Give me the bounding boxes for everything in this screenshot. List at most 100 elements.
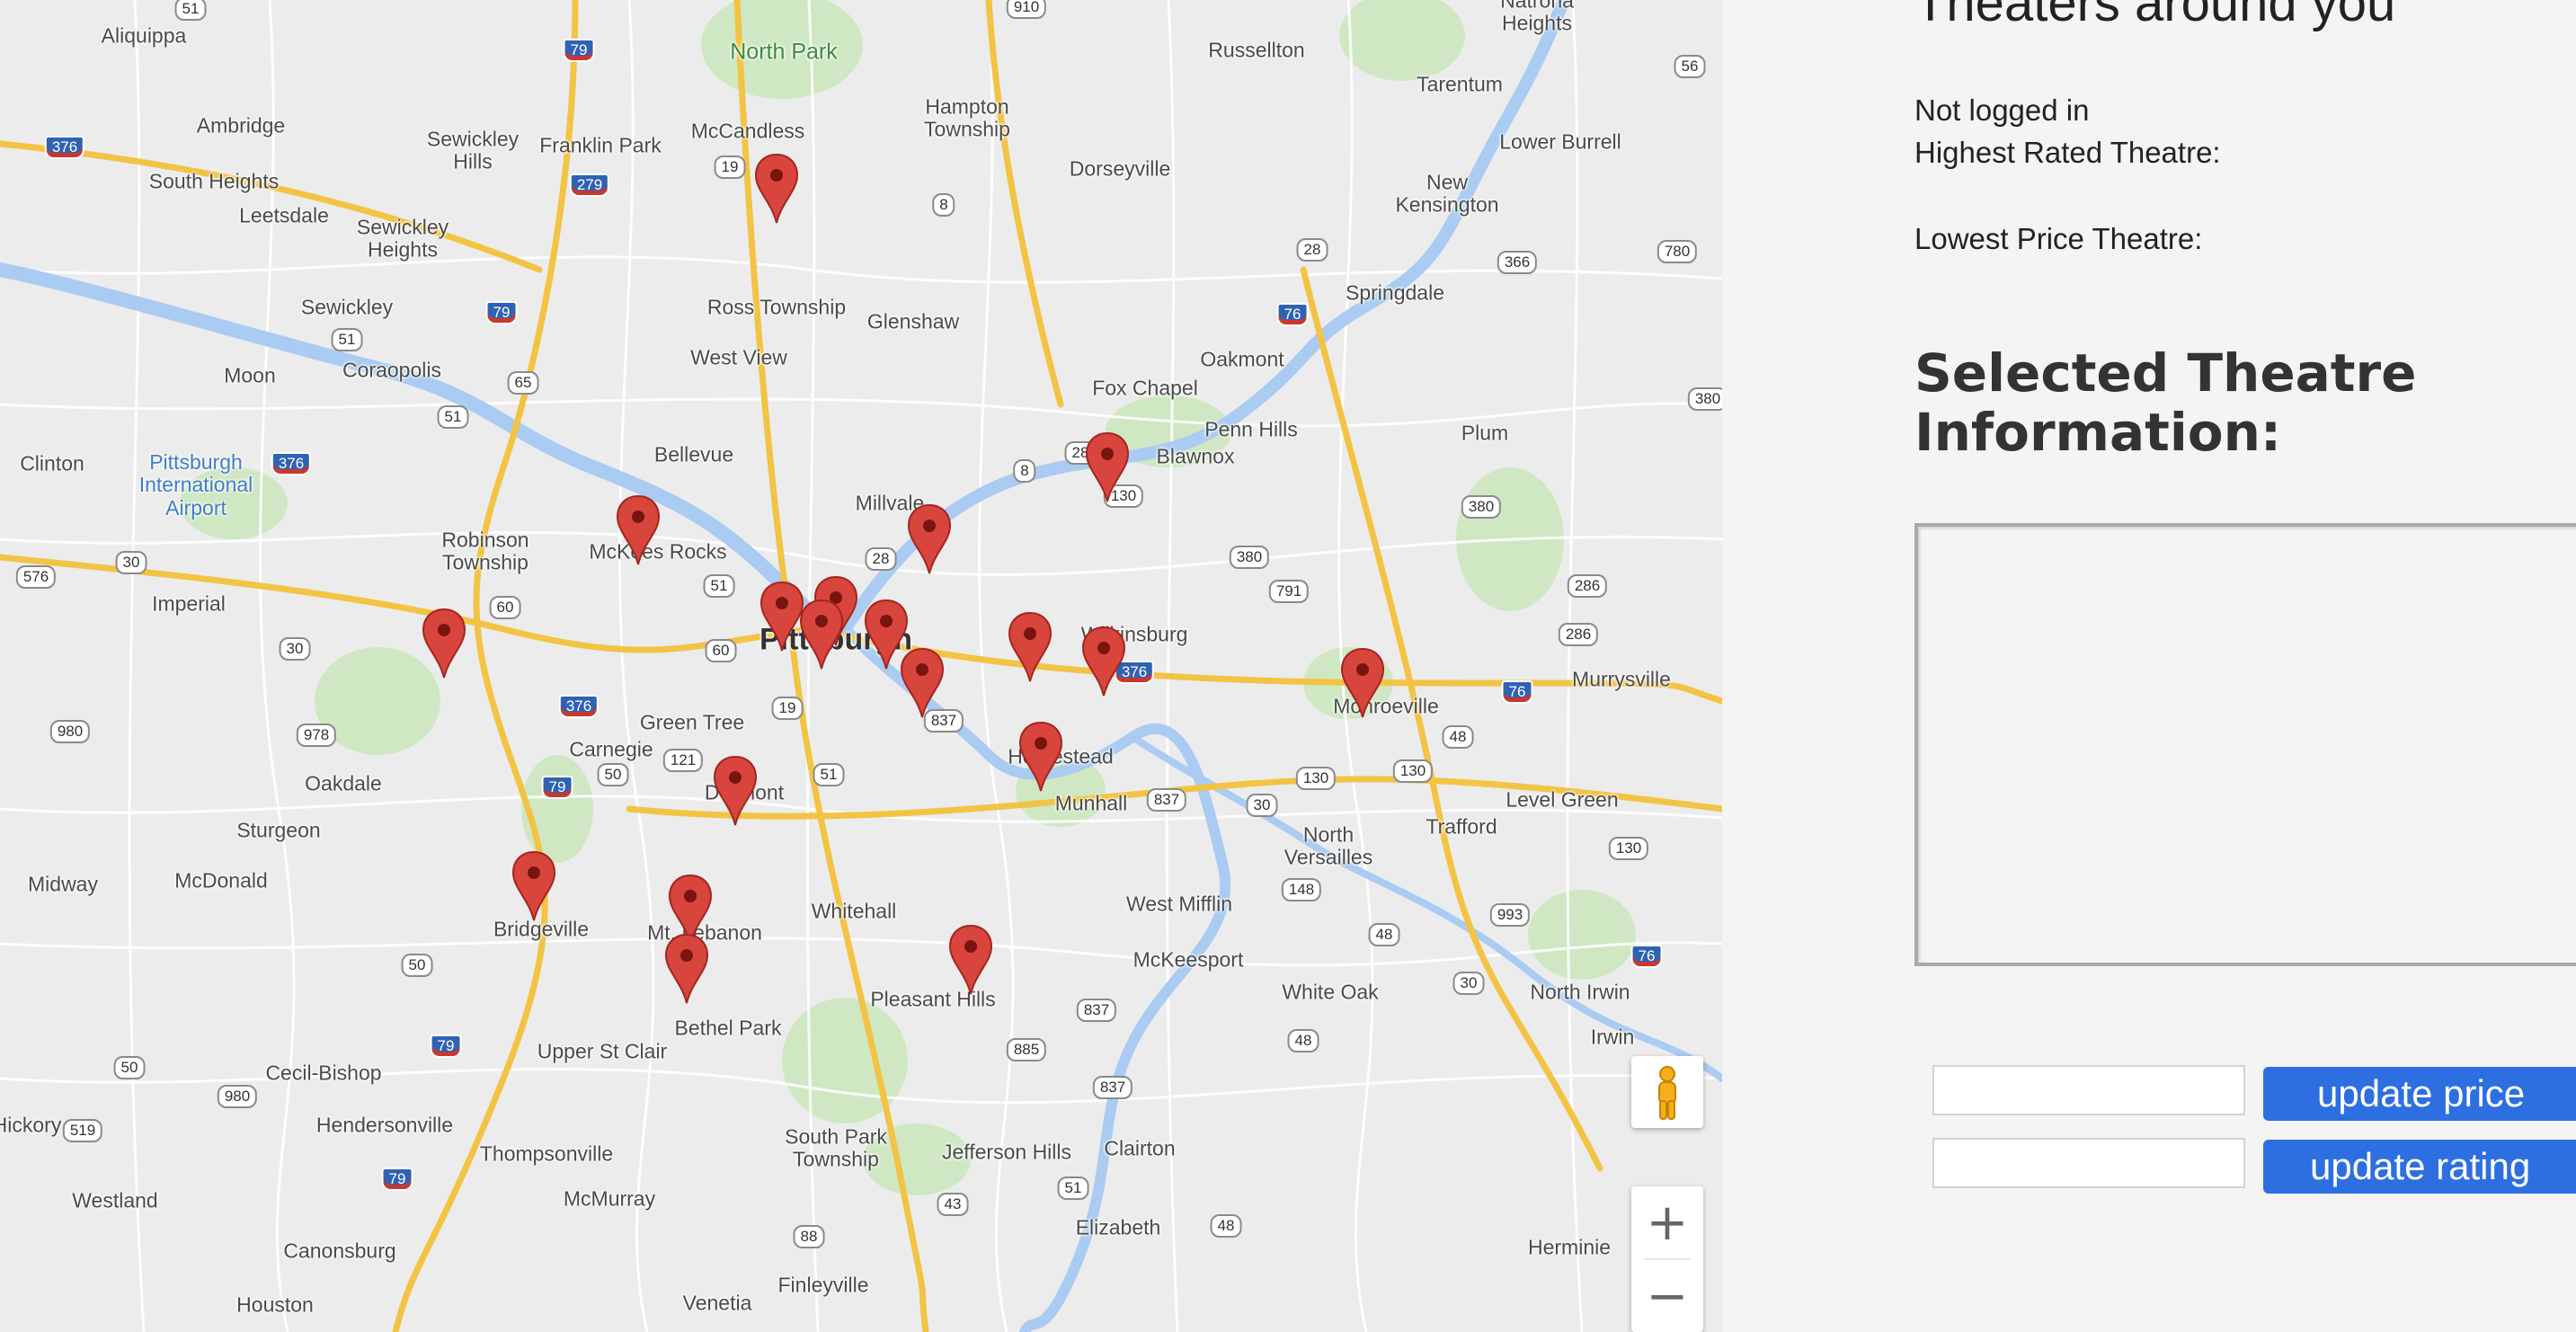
update-price-button[interactable]: update price <box>2263 1067 2576 1121</box>
place-label: Carnegie <box>569 737 653 761</box>
place-label: New Kensington <box>1395 170 1499 217</box>
highest-rated-label: Highest Rated Theatre: <box>1914 136 2221 169</box>
map-pin-icon <box>616 494 661 565</box>
place-label: Leetsdale <box>239 203 329 227</box>
place-label: Moon <box>224 363 276 387</box>
zoom-control: + − <box>1631 1186 1703 1332</box>
street-view-pegman-button[interactable] <box>1631 1056 1703 1128</box>
theatre-side-panel: Theaters around you Not logged in Highes… <box>1914 0 2576 1332</box>
map-pin-icon <box>907 503 952 574</box>
route-shield: 51 <box>174 0 207 21</box>
route-shield: 28 <box>865 547 897 571</box>
selected-heading-line2: Information: <box>1914 402 2282 463</box>
place-label: McKeesport <box>1133 947 1244 972</box>
place-label: Houston <box>236 1292 314 1317</box>
theatre-marker[interactable] <box>712 755 759 827</box>
route-shield: 121 <box>662 749 704 772</box>
route-shield: 51 <box>813 763 845 786</box>
route-shield: 79 <box>430 1035 462 1058</box>
route-shield: 48 <box>1368 923 1400 946</box>
theatre-marker[interactable] <box>1007 611 1053 683</box>
place-label: Tarentum <box>1417 72 1503 96</box>
route-shield: 76 <box>1630 945 1663 968</box>
zoom-out-button[interactable]: − <box>1631 1260 1703 1332</box>
place-label: McCandless <box>690 119 805 143</box>
route-shield: 993 <box>1489 903 1531 927</box>
rating-input[interactable] <box>1932 1138 2245 1188</box>
route-shield: 148 <box>1281 878 1322 901</box>
update-rating-button[interactable]: update rating <box>2263 1140 2576 1194</box>
place-label: Upper St Clair <box>537 1039 668 1063</box>
place-label: Glenshaw <box>866 309 960 333</box>
route-shield: 51 <box>437 405 469 429</box>
place-label: Oakdale <box>305 771 382 795</box>
place-label: Pittsburgh International Airport <box>138 450 253 519</box>
map-pin-icon <box>1008 611 1053 682</box>
map-pin-icon <box>511 850 556 921</box>
place-label: Bethel Park <box>674 1016 782 1040</box>
theatre-marker[interactable] <box>1080 626 1127 697</box>
route-shield: 76 <box>1276 303 1309 326</box>
route-shield: 50 <box>401 954 433 977</box>
route-shield: 8 <box>1013 459 1036 483</box>
place-label: Trafford <box>1426 814 1497 839</box>
theatre-marker[interactable] <box>511 850 557 922</box>
route-shield: 51 <box>331 328 363 351</box>
place-label: Robinson Township <box>441 528 529 574</box>
place-label: Dorseyville <box>1069 156 1171 181</box>
route-shield: 366 <box>1497 251 1538 274</box>
route-shield: 780 <box>1657 240 1698 263</box>
place-label: North Irwin <box>1530 980 1630 1004</box>
route-shield: 885 <box>1006 1038 1047 1061</box>
route-shield: 65 <box>507 371 539 395</box>
route-shield: 376 <box>44 136 85 159</box>
map-pin-icon <box>799 599 844 670</box>
route-shield: 50 <box>597 763 629 786</box>
selected-theatre-heading: Selected Theatre Information: <box>1914 343 2416 462</box>
theatre-marker[interactable] <box>947 924 994 996</box>
price-input[interactable] <box>1932 1065 2245 1115</box>
route-shield: 30 <box>1246 794 1278 817</box>
theatre-marker[interactable] <box>1084 431 1131 503</box>
place-label: Oakmont <box>1200 347 1284 371</box>
route-shield: 980 <box>217 1085 258 1108</box>
route-shield: 79 <box>563 39 595 62</box>
place-label: Cecil-Bishop <box>265 1061 382 1085</box>
zoom-in-button[interactable]: + <box>1631 1186 1703 1258</box>
route-shield: 130 <box>1295 767 1337 790</box>
place-label: Sewickley Heights <box>356 215 449 262</box>
route-shield: 60 <box>705 639 737 662</box>
place-label: Hendersonville <box>315 1113 454 1137</box>
place-label: Irwin <box>1590 1025 1635 1049</box>
place-label: Finleyville <box>777 1273 869 1297</box>
place-label: North Versailles <box>1284 822 1373 869</box>
route-shield: 30 <box>279 637 311 661</box>
theatre-marker[interactable] <box>615 494 662 566</box>
place-label: Aliquippa <box>101 23 187 48</box>
theatre-marker[interactable] <box>663 933 710 1005</box>
theatre-marker[interactable] <box>753 153 800 225</box>
theatre-marker[interactable] <box>1017 721 1064 793</box>
map-pin-icon <box>1018 721 1063 792</box>
route-shield: 8 <box>932 193 955 217</box>
map-pin-icon <box>948 924 993 995</box>
page-title: Theaters around you <box>1914 0 2396 32</box>
map-canvas[interactable]: Aliquippa North Park Russellton Natrona Hei… <box>0 0 1722 1332</box>
theatre-marker[interactable] <box>798 599 845 670</box>
theatre-marker[interactable] <box>906 503 953 575</box>
place-label: Ross Township <box>706 295 847 319</box>
pegman-icon <box>1658 1066 1676 1120</box>
minus-icon: − <box>1646 1266 1689 1326</box>
theatre-marker[interactable] <box>1339 647 1386 719</box>
route-shield: 51 <box>703 574 735 598</box>
theatre-marker[interactable] <box>899 647 946 719</box>
map-pin-icon <box>754 153 799 224</box>
route-shield: 88 <box>793 1225 825 1248</box>
place-label: Green Tree <box>639 710 745 734</box>
map-pin-icon <box>1085 431 1130 502</box>
place-label: Franklin Park <box>539 133 662 157</box>
route-shield: 51 <box>1057 1177 1089 1200</box>
place-label: Whitehall <box>811 899 897 923</box>
theatre-marker[interactable] <box>421 608 467 679</box>
route-shield: 910 <box>1006 0 1047 19</box>
